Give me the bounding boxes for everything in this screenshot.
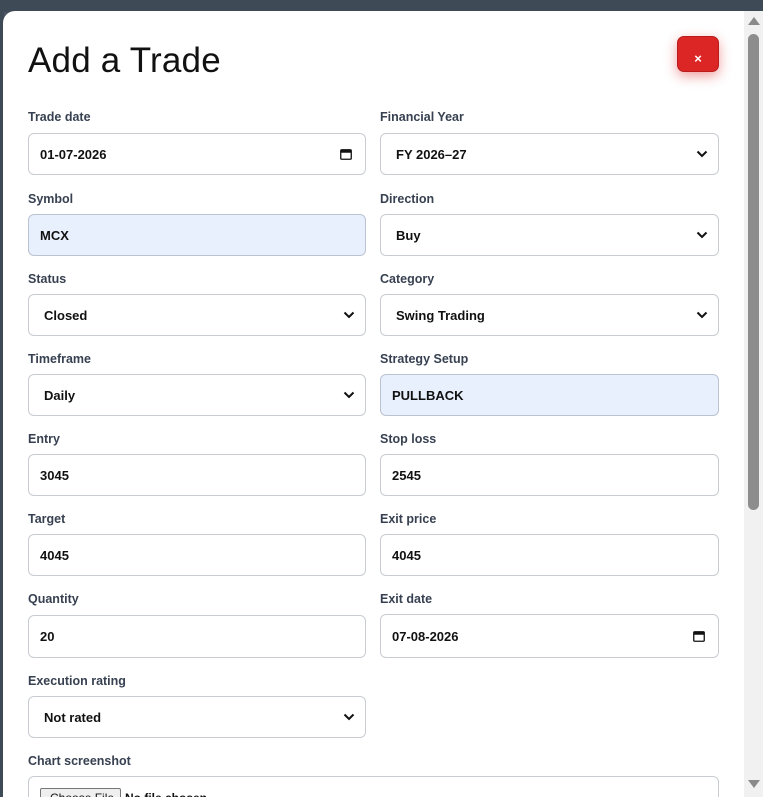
target-label: Target <box>28 512 66 526</box>
exit-date-value: 07-08-2026 <box>392 628 459 644</box>
symbol-value: MCX <box>40 227 69 243</box>
strategy-setup-value: PULLBACK <box>392 387 464 403</box>
quantity-label: Quantity <box>28 592 79 606</box>
calendar-icon[interactable] <box>693 630 705 642</box>
chevron-down-icon <box>343 391 355 399</box>
status-value: Closed <box>44 307 88 323</box>
close-icon: × <box>694 51 702 66</box>
stop-loss-input[interactable]: 2545 <box>380 454 719 496</box>
status-label: Status <box>28 272 67 286</box>
chevron-down-icon <box>696 231 708 239</box>
add-trade-modal: Add a Trade × Trade date 01-07-2026 Fina… <box>3 11 763 797</box>
symbol-label: Symbol <box>28 192 74 206</box>
chevron-down-icon <box>343 311 355 319</box>
direction-label: Direction <box>380 192 435 206</box>
chevron-down-icon <box>696 150 708 158</box>
timeframe-select[interactable]: Daily <box>28 374 366 416</box>
chevron-down-icon <box>696 311 708 319</box>
exit-date-label: Exit date <box>380 592 433 606</box>
chevron-down-icon <box>343 713 355 721</box>
scroll-down-arrow-icon[interactable] <box>748 780 760 788</box>
execution-rating-select[interactable]: Not rated <box>28 696 366 738</box>
financial-year-value: FY 2026–27 <box>396 146 467 162</box>
timeframe-label: Timeframe <box>28 352 91 366</box>
vertical-scrollbar[interactable] <box>744 11 763 797</box>
target-input[interactable]: 4045 <box>28 534 366 576</box>
chart-screenshot-input[interactable]: Choose File No file chosen <box>28 776 719 797</box>
direction-select[interactable]: Buy <box>380 214 719 256</box>
trade-date-input[interactable]: 01-07-2026 <box>28 133 366 175</box>
scroll-thumb[interactable] <box>748 34 759 510</box>
entry-value: 3045 <box>40 467 69 483</box>
trade-date-value: 01-07-2026 <box>40 146 107 162</box>
strategy-setup-input[interactable]: PULLBACK <box>380 374 719 416</box>
choose-file-button[interactable]: Choose File <box>40 788 121 797</box>
modal-title: Add a Trade <box>28 41 221 80</box>
execution-rating-label: Execution rating <box>28 674 126 688</box>
strategy-setup-label: Strategy Setup <box>380 352 469 366</box>
trade-date-label: Trade date <box>28 110 91 124</box>
financial-year-label: Financial Year <box>380 110 464 124</box>
scroll-up-arrow-icon[interactable] <box>748 17 760 25</box>
quantity-value: 20 <box>40 629 55 644</box>
status-select[interactable]: Closed <box>28 294 366 336</box>
stop-loss-value: 2545 <box>392 467 421 483</box>
execution-rating-value: Not rated <box>44 709 102 725</box>
calendar-icon[interactable] <box>340 148 352 160</box>
file-status: No file chosen <box>125 788 207 797</box>
timeframe-value: Daily <box>44 387 76 403</box>
entry-input[interactable]: 3045 <box>28 454 366 496</box>
financial-year-select[interactable]: FY 2026–27 <box>380 133 719 175</box>
stop-loss-label: Stop loss <box>380 432 437 446</box>
direction-value: Buy <box>396 227 421 243</box>
entry-label: Entry <box>28 432 60 446</box>
exit-price-value: 4045 <box>392 547 421 563</box>
exit-price-label: Exit price <box>380 512 437 526</box>
exit-date-input[interactable]: 07-08-2026 <box>380 614 719 658</box>
category-select[interactable]: Swing Trading <box>380 294 719 336</box>
category-value: Swing Trading <box>396 307 485 323</box>
close-button[interactable]: × <box>677 36 719 72</box>
exit-price-input[interactable]: 4045 <box>380 534 719 576</box>
symbol-input[interactable]: MCX <box>28 214 366 256</box>
target-value: 4045 <box>40 547 69 563</box>
category-label: Category <box>380 272 435 286</box>
chart-screenshot-label: Chart screenshot <box>28 754 131 768</box>
quantity-input[interactable]: 20 <box>28 615 366 658</box>
